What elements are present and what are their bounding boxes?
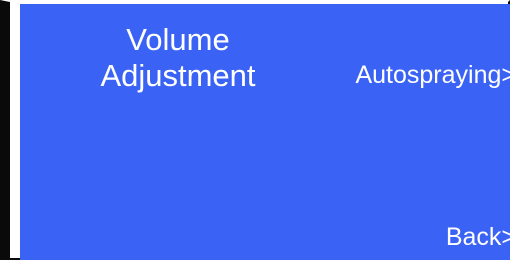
screen-title: Volume Adjustment [100,22,256,93]
lcd-screen: Volume Adjustment Autospraying> Back> [20,4,510,260]
back-menu-item[interactable]: Back> [446,222,510,252]
autospraying-menu-item[interactable]: Autospraying> [355,60,510,90]
device-frame: Volume Adjustment Autospraying> Back> [0,0,510,260]
